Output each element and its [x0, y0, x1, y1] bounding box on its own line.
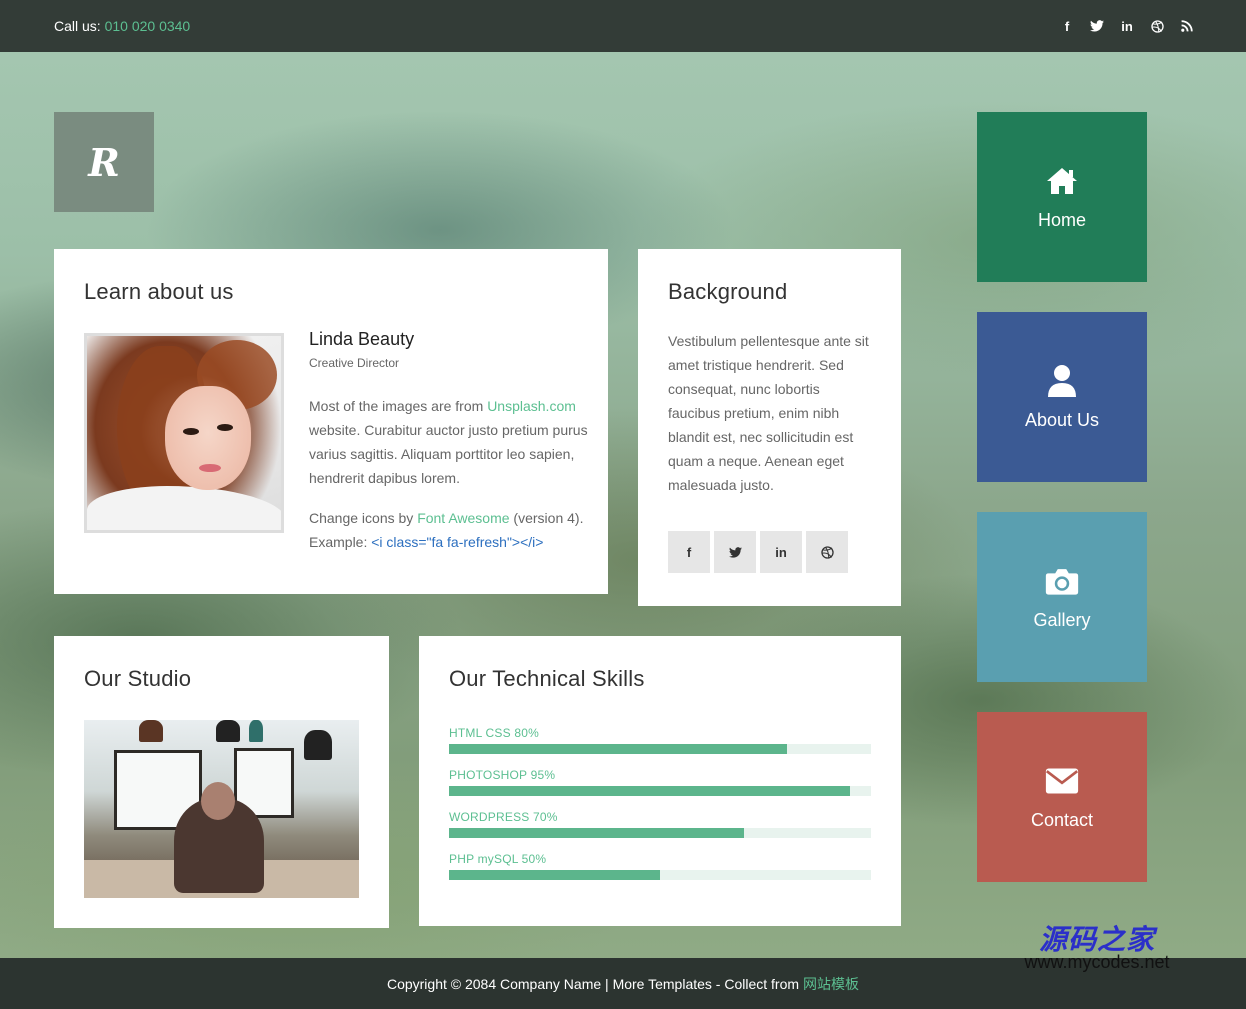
call-label: Call us: — [54, 18, 101, 34]
skill-label: WORDPRESS 70% — [449, 810, 558, 824]
facebook-icon[interactable]: f — [1060, 19, 1074, 34]
logo-letter: R — [88, 139, 120, 185]
studio-photo — [84, 720, 359, 898]
skill-bar-fill — [449, 828, 745, 838]
unsplash-link[interactable]: Unsplash.com — [487, 398, 576, 414]
footer-link[interactable]: 网站模板 — [803, 974, 859, 994]
site-logo[interactable]: R — [54, 112, 154, 212]
top-bar: Call us: 010 020 0340 f in — [0, 0, 1246, 52]
learn-about-us-panel: Learn about us Linda Beauty Creative Dir… — [54, 249, 608, 594]
profile-description: Most of the images are from Unsplash.com… — [309, 394, 589, 490]
profile-role: Creative Director — [309, 356, 400, 370]
skill-bar — [449, 786, 871, 796]
top-social-links: f in — [1060, 19, 1194, 34]
nav-tile-contact[interactable]: Contact — [977, 712, 1147, 882]
home-icon — [1045, 164, 1079, 198]
learn-title: Learn about us — [84, 279, 234, 304]
linkedin-icon[interactable]: in — [760, 531, 802, 573]
nav-label-about: About Us — [1024, 409, 1100, 430]
twitter-icon[interactable] — [714, 531, 756, 573]
skill-bar — [449, 870, 871, 880]
p2-prefix: Change icons by — [309, 510, 418, 526]
background-panel: Background Vestibulum pellentesque ante … — [638, 249, 901, 606]
nav-label-gallery: Gallery — [1033, 609, 1091, 630]
icons-note: Change icons by Font Awesome (version 4)… — [309, 506, 589, 554]
skill-bar-fill — [449, 870, 660, 880]
background-social-links: f in — [668, 531, 848, 573]
p2-rest: (version 4). — [509, 510, 584, 526]
p1-rest: website. Curabitur auctor justo pretium … — [309, 422, 588, 486]
camera-icon — [1045, 564, 1079, 598]
call-us: Call us: 010 020 0340 — [54, 18, 190, 34]
dribbble-icon[interactable] — [806, 531, 848, 573]
skill-item: PHP mySQL 50% — [449, 852, 871, 880]
skills-title: Our Technical Skills — [449, 666, 645, 691]
background-text: Vestibulum pellentesque ante sit amet tr… — [668, 333, 869, 493]
profile-info: Linda Beauty Creative Director Most of t… — [309, 329, 589, 554]
profile-name: Linda Beauty — [309, 329, 415, 349]
technical-skills-panel: Our Technical Skills HTML CSS 80% PHOTOS… — [419, 636, 901, 926]
example-code: <i class="fa fa-refresh"></i> — [371, 534, 544, 550]
example-label: Example: — [309, 534, 372, 550]
background-title: Background — [668, 279, 788, 304]
facebook-icon[interactable]: f — [668, 531, 710, 573]
phone-number[interactable]: 010 020 0340 — [105, 18, 191, 34]
nav-label-contact: Contact — [1030, 809, 1094, 830]
profile-photo — [84, 333, 284, 533]
skill-item: PHOTOSHOP 95% — [449, 768, 871, 796]
skill-label: HTML CSS 80% — [449, 726, 539, 740]
skill-label: PHP mySQL 50% — [449, 852, 547, 866]
envelope-icon — [1045, 764, 1079, 798]
nav-tile-gallery[interactable]: Gallery — [977, 512, 1147, 682]
p1-prefix: Most of the images are from — [309, 398, 488, 414]
linkedin-icon[interactable]: in — [1120, 19, 1134, 34]
skill-bar — [449, 744, 871, 754]
skill-item: WORDPRESS 70% — [449, 810, 871, 838]
skill-bar-fill — [449, 744, 787, 754]
nav-tile-home[interactable]: Home — [977, 112, 1147, 282]
user-icon — [1045, 364, 1079, 398]
watermark-url: www.mycodes.net — [1024, 952, 1170, 972]
nav-label-home: Home — [1037, 209, 1086, 230]
watermark: 源码之家 www.mycodes.net — [1012, 918, 1182, 973]
skill-label: PHOTOSHOP 95% — [449, 768, 556, 782]
nav-tile-about[interactable]: About Us — [977, 312, 1147, 482]
our-studio-panel: Our Studio — [54, 636, 389, 928]
font-awesome-link[interactable]: Font Awesome — [417, 510, 509, 526]
skill-item: HTML CSS 80% — [449, 726, 871, 754]
skill-bar — [449, 828, 871, 838]
twitter-icon[interactable] — [1090, 19, 1104, 33]
skill-bar-fill — [449, 786, 850, 796]
footer-copyright: Copyright © 2084 Company Name | More Tem… — [386, 975, 800, 992]
studio-title: Our Studio — [84, 666, 192, 691]
rss-icon[interactable] — [1180, 19, 1194, 33]
dribbble-icon[interactable] — [1150, 19, 1164, 33]
